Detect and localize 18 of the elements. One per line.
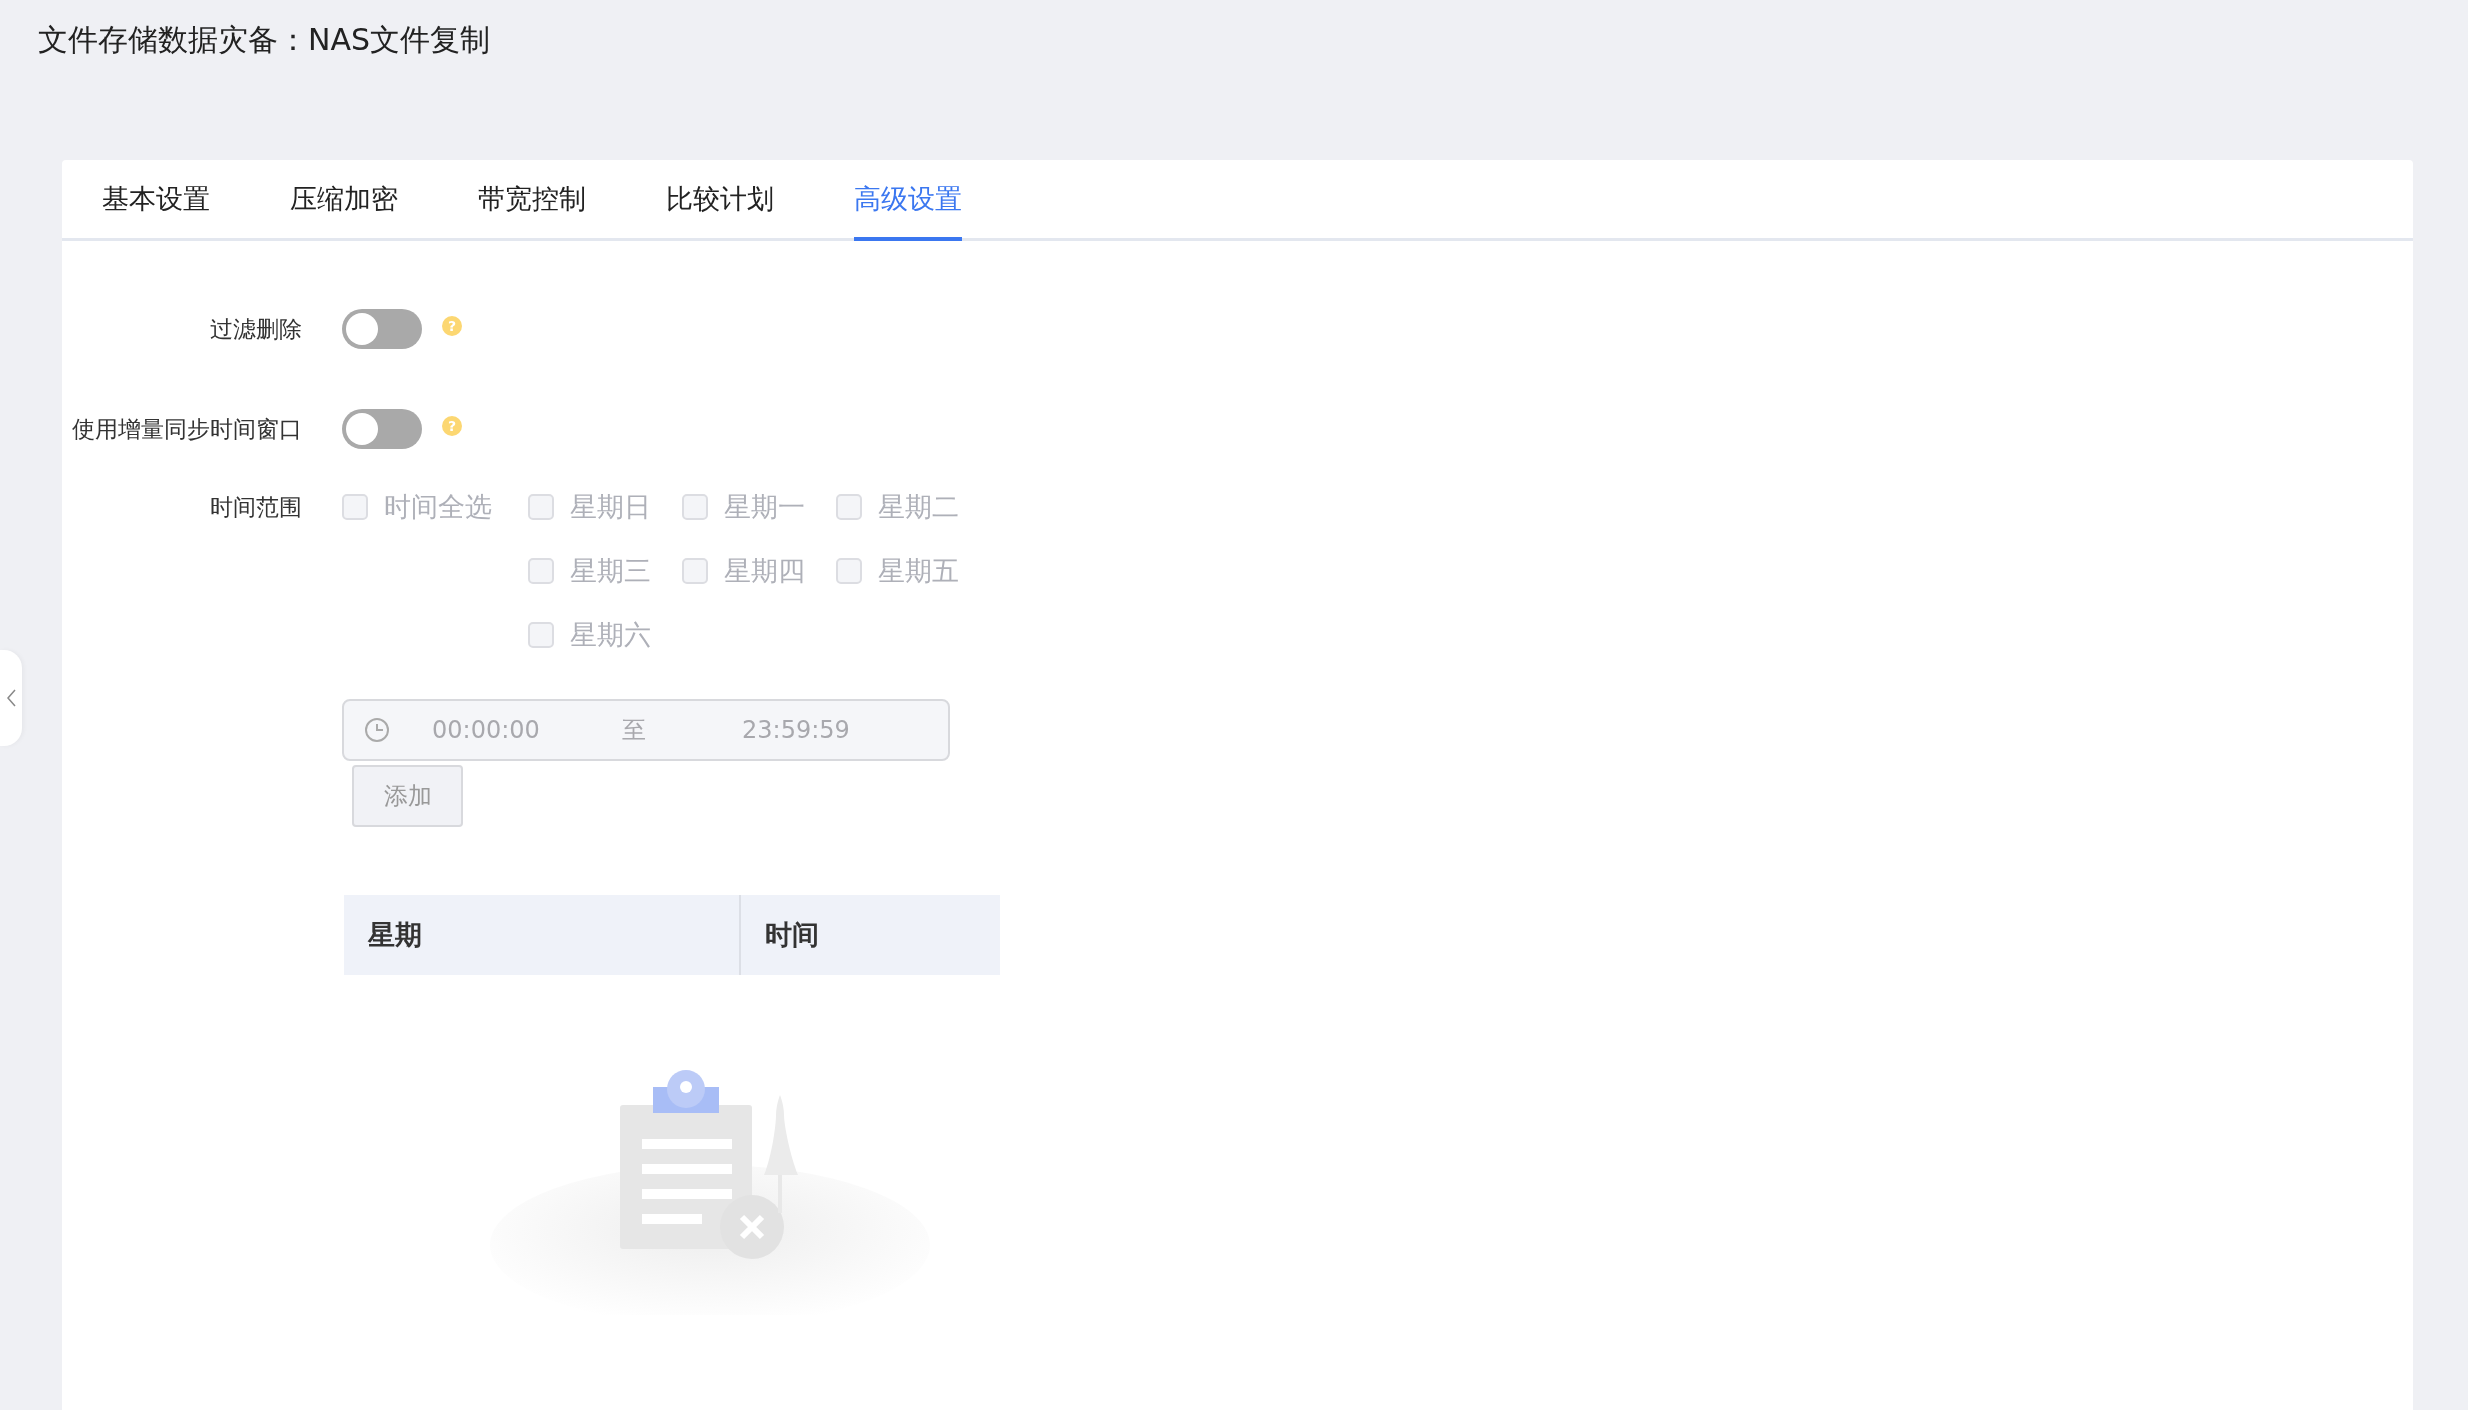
chevron-left-icon <box>6 688 16 708</box>
toggle-switch[interactable] <box>342 409 422 449</box>
help-icon[interactable]: ? <box>442 316 462 336</box>
tab[interactable]: 带宽控制 <box>478 160 586 241</box>
tab[interactable]: 高级设置 <box>854 160 962 241</box>
tab[interactable]: 基本设置 <box>102 160 210 241</box>
column-header: 星期 <box>344 895 741 975</box>
field-label: 过滤删除 <box>209 314 303 344</box>
page-title: 文件存储数据灾备：NAS文件复制 <box>37 21 490 59</box>
help-icon[interactable]: ? <box>442 416 462 436</box>
clock-icon <box>364 717 390 743</box>
field-label: 时间范围 <box>209 493 303 522</box>
tab[interactable]: 压缩加密 <box>290 160 398 241</box>
field-label: 使用增量同步时间窗口 <box>71 414 303 444</box>
toggle-switch[interactable] <box>342 309 422 349</box>
column-header: 时间 <box>764 918 820 952</box>
tab[interactable]: 比较计划 <box>666 160 774 241</box>
collapse-handle[interactable] <box>0 650 22 746</box>
